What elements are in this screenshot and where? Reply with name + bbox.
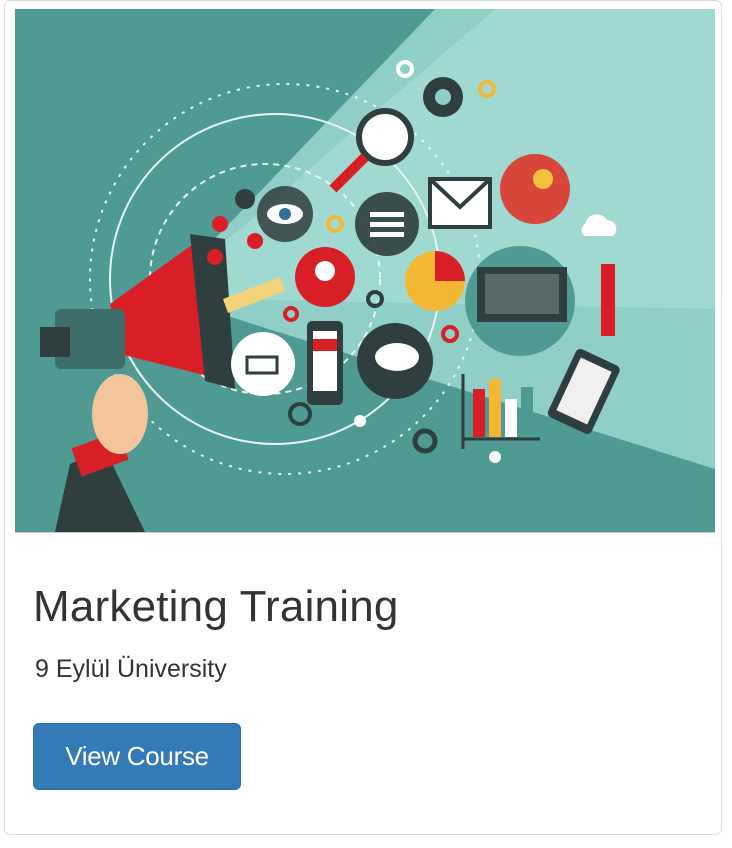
view-course-button[interactable]: View Course [33,723,241,790]
course-title: Marketing Training [33,582,399,631]
course-card: Marketing Training 9 Eylül Üniversity Vi… [4,0,722,835]
marketing-megaphone-illustration [15,9,715,532]
course-caption: Marketing Training 9 Eylül Üniversity [33,581,399,684]
course-institution: 9 Eylül Üniversity [35,654,227,683]
course-thumbnail[interactable] [15,9,715,533]
